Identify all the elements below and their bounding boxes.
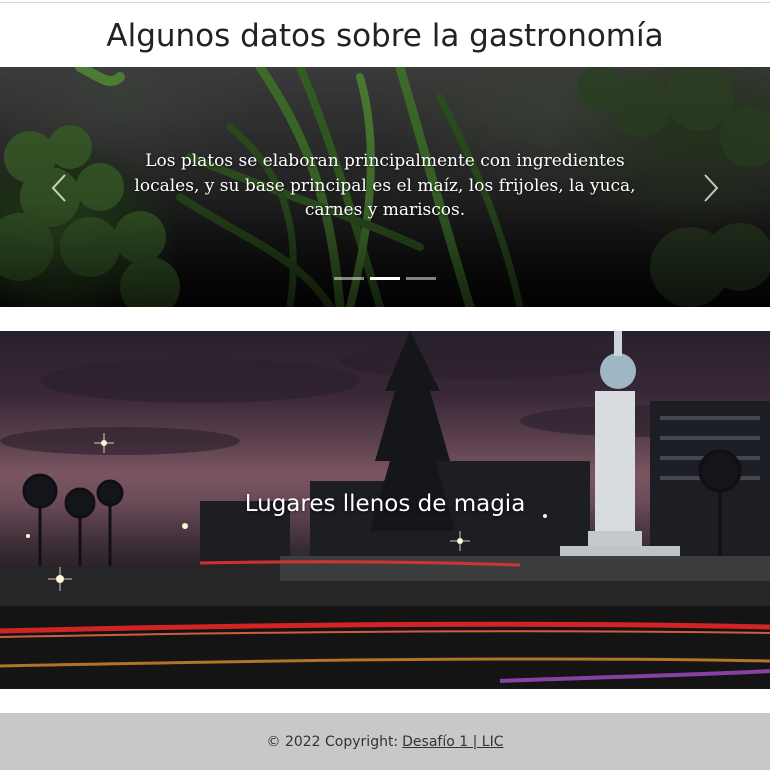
gastronomy-carousel: Los platos se elaboran principalmente co… <box>0 67 770 307</box>
carousel-indicator-2[interactable] <box>370 277 400 280</box>
carousel-indicators <box>0 277 770 283</box>
carousel-prev-button[interactable] <box>44 171 74 205</box>
chevron-left-icon <box>51 174 66 202</box>
section-title: Algunos datos sobre la gastronomía <box>106 18 664 54</box>
hero-title: Lugares llenos de magia <box>244 491 526 517</box>
chevron-right-icon <box>704 174 719 202</box>
hero-banner: Lugares llenos de magia <box>0 331 770 689</box>
copyright-text: © 2022 Copyright: <box>266 733 399 750</box>
footer: © 2022 Copyright: Desafío 1 | LIC <box>0 713 770 770</box>
carousel-caption: Los platos se elaboran principalmente co… <box>134 151 636 220</box>
carousel-indicator-1[interactable] <box>334 277 364 280</box>
carousel-next-button[interactable] <box>696 171 726 205</box>
footer-link[interactable]: Desafío 1 | LIC <box>402 734 503 750</box>
carousel-indicator-3[interactable] <box>406 277 436 280</box>
top-border <box>0 0 770 3</box>
